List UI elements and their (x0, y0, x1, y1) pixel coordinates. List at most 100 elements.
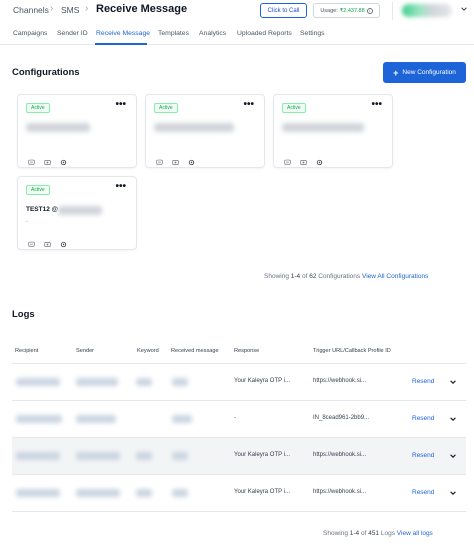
usage-amount: ₹2,437.88 (339, 7, 365, 14)
new-configuration-label: New Configuration (402, 69, 456, 76)
column-trigger-url: Trigger URL/Callback Profile ID (313, 348, 391, 354)
recipient-redacted (16, 415, 62, 423)
configurations-title: Configurations (12, 67, 80, 78)
message-icon[interactable] (284, 153, 291, 165)
expand-chevron-down-icon[interactable] (449, 415, 457, 423)
table-row[interactable]: Your Kaleyra OTP i... https://webhook.si… (12, 364, 466, 401)
recipient-redacted (16, 378, 60, 386)
plus-icon: + (393, 67, 399, 78)
received-message-redacted (172, 452, 188, 460)
configuration-name: TEST12 @ (26, 206, 58, 213)
table-row[interactable]: Your Kaleyra OTP i... https://webhook.si… (12, 438, 466, 475)
pager-total: 451 (368, 530, 380, 537)
account-avatar[interactable] (402, 4, 452, 17)
view-all-configurations-link[interactable]: View All Configurations (362, 273, 428, 280)
pager-of: of (301, 273, 308, 280)
more-options-icon[interactable]: ••• (115, 99, 126, 110)
tab-templates[interactable]: Templates (158, 30, 189, 37)
sender-redacted (76, 489, 120, 497)
trigger-url-text: https://webhook.si... (313, 489, 367, 495)
view-all-logs-link[interactable]: View all logs (397, 530, 433, 537)
recipient-redacted (16, 452, 60, 460)
expand-chevron-down-icon[interactable] (449, 378, 457, 386)
configuration-name-redacted (26, 123, 90, 132)
configuration-card[interactable]: Active ••• (273, 94, 393, 168)
tab-campaigns[interactable]: Campaigns (13, 30, 47, 37)
keyword-redacted (136, 489, 152, 497)
status-badge: Active (154, 103, 178, 113)
message-icon[interactable] (156, 153, 163, 165)
more-options-icon[interactable]: ••• (243, 99, 254, 110)
page-title: Receive Message (96, 3, 188, 15)
breadcrumb-separator-icon: › (50, 3, 54, 14)
column-keyword: Keyword (137, 348, 159, 354)
resend-button[interactable]: Resend (412, 378, 434, 385)
received-message-redacted (172, 378, 188, 386)
table-row[interactable]: Your Kaleyra OTP i... https://webhook.si… (12, 475, 466, 512)
sender-redacted (76, 378, 118, 386)
trigger-url-text: https://webhook.si... (313, 378, 367, 384)
resend-button[interactable]: Resend (412, 452, 434, 459)
logs-table-header: Recipient Sender Keyword Received messag… (12, 337, 466, 364)
recipient-redacted (16, 489, 60, 497)
click-to-call-button[interactable]: Click to Call (260, 3, 307, 18)
tab-analytics[interactable]: Analytics (199, 30, 226, 37)
tab-receive-message[interactable]: Receive Message (96, 30, 150, 37)
column-received-message: Received message (171, 348, 219, 354)
inbox-icon[interactable] (44, 235, 51, 247)
inbox-icon[interactable] (172, 153, 179, 165)
configuration-name-redacted (154, 123, 234, 132)
configuration-card[interactable]: Active ••• TEST12 @ - (17, 176, 137, 250)
message-icon[interactable] (28, 235, 35, 247)
tab-uploaded-reports[interactable]: Uploaded Reports (237, 30, 292, 37)
tab-bar: Campaigns Sender ID Receive Message Temp… (0, 26, 474, 45)
configuration-card[interactable]: Active ••• (145, 94, 265, 168)
info-icon: i (366, 7, 373, 14)
trigger-url-text: IN_8cead961-2bb9... (313, 415, 370, 421)
received-message-redacted (172, 489, 188, 497)
pager-of: of (360, 530, 367, 537)
expand-chevron-down-icon[interactable] (449, 489, 457, 497)
configuration-card[interactable]: Active ••• (17, 94, 137, 168)
settings-icon[interactable] (316, 153, 323, 166)
pager-range: 1-4 (349, 530, 360, 537)
breadcrumb-sms[interactable]: SMS (61, 5, 79, 15)
pager-prefix: Showing (323, 530, 348, 537)
keyword-redacted (136, 452, 152, 460)
inbox-icon[interactable] (300, 153, 307, 165)
logs-title: Logs (12, 309, 35, 320)
table-row[interactable]: - IN_8cead961-2bb9... Resend (12, 401, 466, 438)
expand-chevron-down-icon[interactable] (449, 452, 457, 460)
configuration-subtext: - (26, 219, 28, 225)
inbox-icon[interactable] (44, 153, 51, 165)
status-badge: Active (26, 103, 50, 113)
sender-redacted (76, 452, 120, 460)
active-tab-indicator (95, 43, 147, 45)
usage-pill[interactable]: Usage: ₹2,437.88 i (313, 3, 380, 18)
resend-button[interactable]: Resend (412, 415, 434, 422)
message-icon[interactable] (28, 153, 35, 165)
response-text: Your Kaleyra OTP i... (234, 489, 291, 495)
settings-icon[interactable] (60, 235, 67, 248)
pager-range: 1-4 (290, 273, 301, 280)
sender-redacted (76, 415, 116, 423)
column-recipient: Recipient (15, 348, 39, 354)
settings-icon[interactable] (188, 153, 195, 166)
pager-noun: Logs (380, 530, 395, 537)
status-badge: Active (26, 185, 50, 195)
configuration-name-redacted (58, 206, 102, 215)
logs-pager: Showing 1-4 of 451 Logs View all logs (323, 530, 433, 537)
settings-icon[interactable] (60, 153, 67, 166)
column-sender: Sender (76, 348, 95, 354)
breadcrumb-channels[interactable]: Channels (13, 5, 49, 15)
response-text: Your Kaleyra OTP i... (234, 452, 291, 458)
received-message-redacted (172, 415, 192, 423)
resend-button[interactable]: Resend (412, 489, 434, 496)
new-configuration-button[interactable]: + New Configuration (383, 62, 466, 83)
more-options-icon[interactable]: ••• (371, 99, 382, 110)
tab-sender-id[interactable]: Sender ID (57, 30, 88, 37)
tab-settings[interactable]: Settings (300, 30, 325, 37)
account-chevron-down-icon[interactable] (460, 5, 468, 13)
more-options-icon[interactable]: ••• (115, 181, 126, 192)
breadcrumb-separator-icon: › (85, 3, 89, 14)
